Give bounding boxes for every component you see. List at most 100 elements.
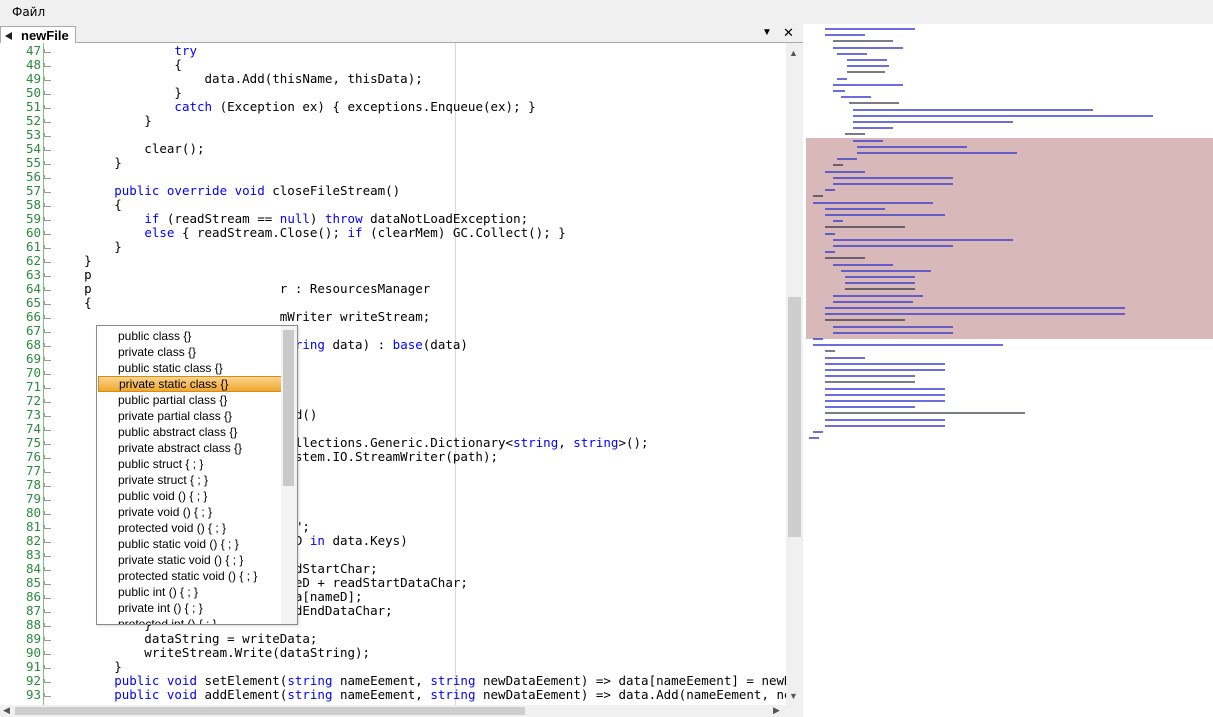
autocomplete-item[interactable]: protected void () { ; } (98, 520, 282, 536)
code-line[interactable]: 58 { (0, 198, 786, 212)
minimap-code-stroke (825, 400, 945, 402)
code-line[interactable]: 66 mWriter writeStream; (0, 310, 786, 324)
menu-file[interactable]: Файл (12, 5, 45, 19)
minimap-code-stroke (813, 431, 823, 433)
autocomplete-item[interactable]: protected int () { ; } (98, 616, 282, 624)
autocomplete-item[interactable]: public static void () { ; } (98, 536, 282, 552)
editor-horizontal-scrollbar[interactable]: ◀ ▶ (0, 705, 786, 717)
close-tab-icon[interactable]: ✕ (783, 24, 794, 42)
line-number: 82 (25, 533, 41, 548)
autocomplete-item[interactable]: private class {} (98, 344, 282, 360)
code-line[interactable]: 64 p r : ResourcesManager (0, 282, 786, 296)
code-line[interactable]: 65 { (0, 296, 786, 310)
line-number: 67 (25, 323, 41, 338)
code-line[interactable]: 90 writeStream.Write(dataString); (0, 646, 786, 660)
code-line[interactable]: 47 try (0, 44, 786, 58)
code-text: p (54, 268, 92, 282)
code-minimap[interactable] (803, 24, 1213, 717)
keyword-token: string (513, 435, 559, 450)
fold-marker (44, 371, 51, 375)
code-line[interactable]: 93 public void addElement(string nameEem… (0, 688, 786, 702)
autocomplete-item[interactable]: private static class {} (98, 376, 282, 392)
fold-marker (44, 469, 51, 473)
autocomplete-item[interactable]: public class {} (98, 328, 282, 344)
fold-marker (44, 553, 51, 557)
autocomplete-popup[interactable]: public class {} private class {} public st… (96, 325, 298, 625)
line-number: 81 (25, 519, 41, 534)
code-line[interactable]: 62 } (0, 254, 786, 268)
code-line[interactable]: 52 } (0, 114, 786, 128)
line-number: 74 (25, 421, 41, 436)
code-token: { readStream.Close(); (174, 225, 348, 240)
code-line[interactable]: 91 } (0, 660, 786, 674)
code-text: { (54, 58, 182, 72)
code-line[interactable]: 60 else { readStream.Close(); if (clearM… (0, 226, 786, 240)
autocomplete-item[interactable]: private int () { ; } (98, 600, 282, 616)
minimap-code-stroke (841, 269, 931, 272)
editor-vertical-scrollbar[interactable]: ▲ ▼ (786, 43, 803, 705)
line-number: 62 (25, 253, 41, 268)
code-line[interactable]: 56 (0, 170, 786, 184)
code-line[interactable]: 49 data.Add(thisName, thisData); (0, 72, 786, 86)
code-token: nameEement, (332, 673, 431, 688)
autocomplete-item[interactable]: public int () { ; } (98, 584, 282, 600)
autocomplete-item[interactable]: private partial class {} (98, 408, 282, 424)
code-line[interactable]: 89 dataString = writeData; (0, 632, 786, 646)
vertical-scroll-thumb[interactable] (788, 297, 801, 537)
horizontal-scroll-thumb[interactable] (15, 707, 525, 715)
autocomplete-item[interactable]: protected static void () { ; } (98, 568, 282, 584)
minimap-code-stroke (833, 220, 843, 223)
line-number: 47 (25, 43, 41, 58)
scroll-up-icon[interactable]: ▲ (789, 48, 798, 58)
minimap-code-stroke (853, 114, 1153, 117)
autocomplete-scrollbar[interactable] (281, 326, 297, 624)
tab-list-dropdown-icon[interactable]: ▼ (762, 24, 772, 42)
scroll-left-icon[interactable]: ◀ (3, 705, 10, 716)
line-number: 51 (25, 99, 41, 114)
code-line[interactable]: 59 if (readStream == null) throw dataNot… (0, 212, 786, 226)
autocomplete-item[interactable]: public void () { ; } (98, 488, 282, 504)
code-line[interactable]: 57 public override void closeFileStream(… (0, 184, 786, 198)
line-number: 70 (25, 365, 41, 380)
autocomplete-item[interactable]: private struct { ; } (98, 472, 282, 488)
autocomplete-scroll-thumb[interactable] (283, 330, 294, 486)
fold-marker (44, 679, 51, 683)
code-editor[interactable]: 47 try 48 {49 data.Add(thisName, thisData… (0, 43, 786, 705)
tab-bar: newFile ▼ ✕ (0, 24, 803, 44)
scroll-down-icon[interactable]: ▼ (789, 691, 798, 701)
minimap-code-stroke (825, 350, 835, 353)
keyword-token: else (144, 225, 175, 240)
minimap-code-stroke (833, 325, 953, 328)
minimap-code-stroke (825, 381, 915, 384)
autocomplete-item[interactable]: public static class {} (98, 360, 282, 376)
code-line[interactable]: 92 public void setElement(string nameEem… (0, 674, 786, 688)
code-text: catch (Exception ex) { exceptions.Enqueu… (54, 100, 535, 114)
tab-newfile[interactable]: newFile (0, 26, 76, 44)
fold-marker (44, 623, 51, 627)
code-line[interactable]: 48 { (0, 58, 786, 72)
autocomplete-item[interactable]: public partial class {} (98, 392, 282, 408)
code-line[interactable]: 51 catch (Exception ex) { exceptions.Enq… (0, 100, 786, 114)
code-line[interactable]: 54 clear(); (0, 142, 786, 156)
code-line[interactable]: 61 } (0, 240, 786, 254)
autocomplete-item[interactable]: private static void () { ; } (98, 552, 282, 568)
code-token: { (54, 197, 122, 212)
code-line[interactable]: 55 } (0, 156, 786, 170)
scroll-right-icon[interactable]: ▶ (773, 705, 780, 716)
autocomplete-item[interactable]: private void () { ; } (98, 504, 282, 520)
autocomplete-item[interactable]: private abstract class {} (98, 440, 282, 456)
code-token: p (54, 267, 92, 282)
fold-marker (44, 133, 51, 137)
active-tab-arrow-icon (5, 32, 12, 40)
code-line[interactable]: 50 } (0, 86, 786, 100)
code-line[interactable]: 63 p (0, 268, 786, 282)
code-token: } (54, 85, 182, 100)
autocomplete-item[interactable]: public abstract class {} (98, 424, 282, 440)
autocomplete-item[interactable]: public struct { ; } (98, 456, 282, 472)
code-token: p r : ResourcesManager (54, 281, 431, 296)
line-number: 63 (25, 267, 41, 282)
line-number: 72 (25, 393, 41, 408)
code-text: p r : ResourcesManager (54, 282, 430, 296)
code-line[interactable]: 53 (0, 128, 786, 142)
